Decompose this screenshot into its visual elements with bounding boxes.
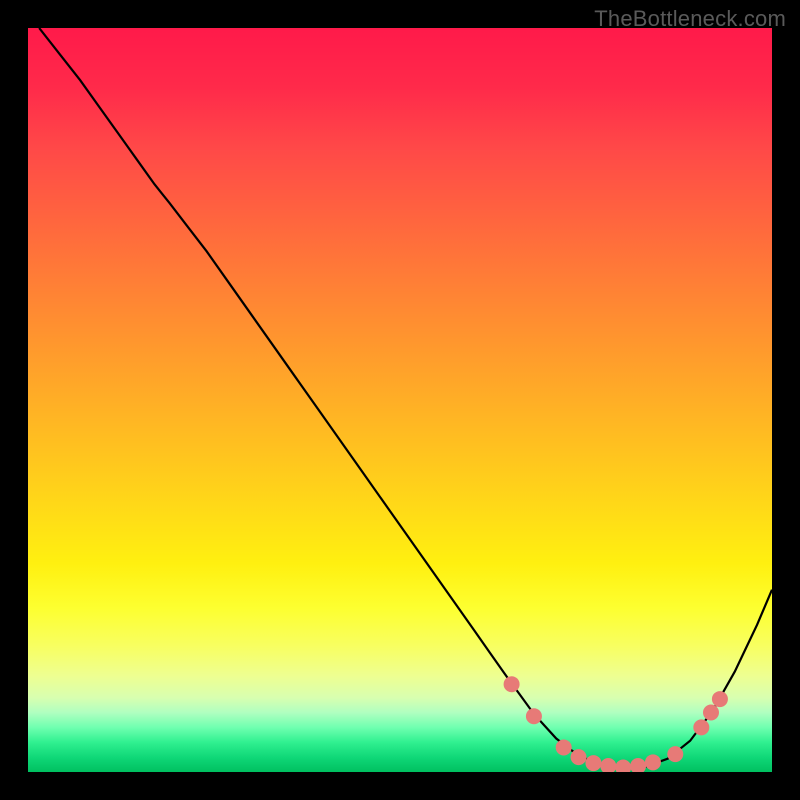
curve-marker — [615, 760, 631, 772]
curve-marker — [585, 755, 601, 771]
curve-marker — [703, 704, 719, 720]
curve-markers-group — [504, 676, 728, 772]
curve-marker — [630, 758, 646, 772]
curve-marker — [712, 691, 728, 707]
curve-marker — [667, 746, 683, 762]
curve-marker — [571, 749, 587, 765]
curve-marker — [600, 758, 616, 772]
curve-marker — [526, 708, 542, 724]
curve-marker — [693, 719, 709, 735]
curve-marker — [645, 754, 661, 770]
curve-marker — [504, 676, 520, 692]
bottleneck-curve — [39, 28, 772, 768]
chart-plot-area — [28, 28, 772, 772]
curve-marker — [556, 739, 572, 755]
chart-svg — [28, 28, 772, 772]
watermark-text: TheBottleneck.com — [594, 6, 786, 32]
